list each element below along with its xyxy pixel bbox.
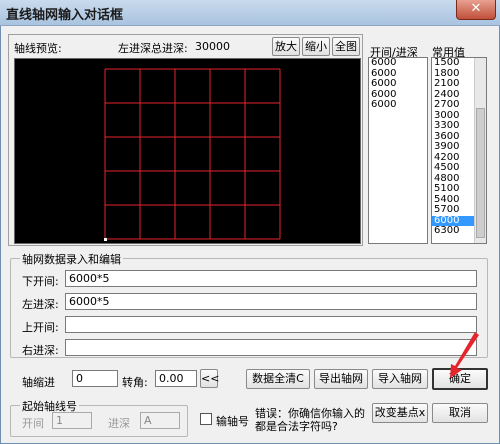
export-grid-button[interactable]: 导出轴网 [314,369,368,389]
zoom-in-button[interactable]: 放大 [272,37,300,56]
window-title: 直线轴网输入对话框 [6,8,124,23]
change-base-point-button[interactable]: 改变基点x [372,403,428,423]
upper-bay-label: 上开间: [22,321,59,334]
base-point-marker [104,238,107,241]
axis-preview-canvas[interactable] [14,58,361,244]
upper-bay-input[interactable] [65,316,477,333]
total-depth-value: 30000 [195,40,230,53]
axis-number-label: 输轴号 [216,415,249,428]
import-grid-button[interactable]: 导入轴网 [372,369,428,389]
close-button[interactable]: ✕ [456,0,496,20]
annotation-arrow-icon [450,332,479,378]
close-icon: ✕ [470,1,482,16]
start-bay-input[interactable]: 1 [52,412,92,429]
right-depth-label: 右进深: [22,344,59,357]
left-depth-input[interactable]: 6000*5 [65,293,477,310]
axis-grid [104,68,281,241]
lower-bay-label: 下开间: [22,275,59,288]
scrollbar-thumb[interactable] [476,108,485,238]
left-depth-label: 左进深: [22,298,59,311]
start-depth-label: 进深 [108,417,130,430]
clear-all-button[interactable]: 数据全清C [246,369,310,389]
data-entry-group-title: 轴网数据录入和编辑 [20,251,123,267]
lower-bay-input[interactable]: 6000*5 [65,270,477,287]
indent-label: 轴缩进 [22,376,55,389]
axis-number-checkbox[interactable] [200,413,212,425]
full-view-button[interactable]: 全图 [332,37,360,56]
right-depth-input[interactable] [65,339,477,356]
preview-label: 轴线预览: [14,42,62,55]
angle-pick-button[interactable]: << [200,369,219,388]
total-depth-label: 左进深总进深: [118,42,188,55]
list-scrollbar[interactable] [474,58,486,243]
start-depth-input[interactable]: A [140,412,180,429]
bays-list[interactable]: 6000 6000 6000 6000 6000 [368,57,428,244]
zoom-out-button[interactable]: 缩小 [302,37,330,56]
indent-input[interactable]: 0 [72,370,118,387]
start-bay-label: 开间 [22,417,44,430]
angle-input[interactable]: 0.00 [155,370,197,387]
error-message-line2: 都是合法字符吗? [255,420,338,433]
bays-list-item[interactable]: 6000 [369,99,427,111]
bays-list-item[interactable]: 6000 [369,58,427,69]
angle-label: 转角: [122,376,148,389]
cancel-button[interactable]: 取消 [432,403,488,423]
bays-list-item[interactable]: 6000 [369,78,427,90]
